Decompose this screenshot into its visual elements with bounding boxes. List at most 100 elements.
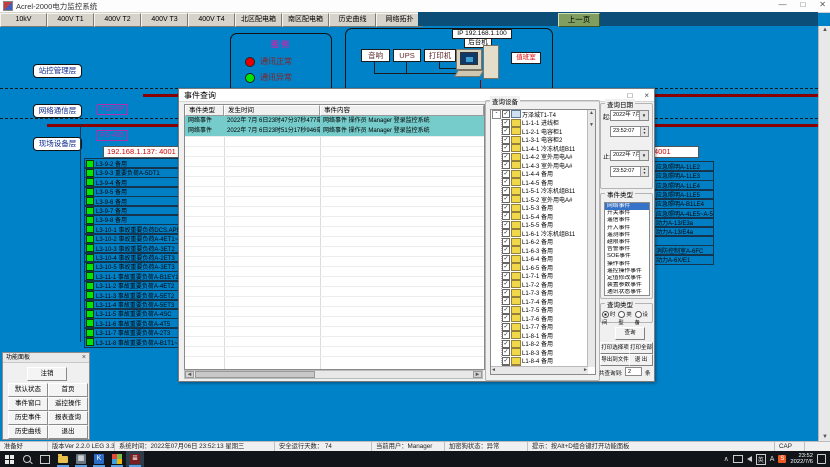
checkbox-checked-icon[interactable]: ✓ bbox=[502, 144, 510, 152]
tree-item[interactable]: ✓L1-5-4 备用 bbox=[502, 212, 595, 221]
tree-item[interactable]: ✓L1-7-7 备用 bbox=[502, 323, 595, 332]
tree-item[interactable]: ✓L1-4-5 备用 bbox=[502, 178, 595, 187]
checkbox-checked-icon[interactable]: ✓ bbox=[502, 314, 510, 322]
query-button[interactable]: 查询 bbox=[615, 327, 645, 340]
tree-item[interactable]: ✓L1-7-5 备用 bbox=[502, 306, 595, 315]
tree-item[interactable]: ✓L1-7-3 备用 bbox=[502, 289, 595, 298]
tree-item[interactable]: ✓L1-6-1 冷冻机组B11 bbox=[502, 229, 595, 238]
dropdown-icon[interactable]: ▼ bbox=[639, 111, 648, 120]
tab-7[interactable]: 历史曲线 bbox=[329, 13, 376, 27]
to-date-select[interactable]: 2022年 7月 6日▼ bbox=[610, 150, 649, 161]
photos-app-icon[interactable]: ▦ bbox=[72, 451, 90, 467]
close-icon[interactable]: ✕ bbox=[819, 0, 826, 9]
checkbox-checked-icon[interactable]: ✓ bbox=[502, 246, 510, 254]
column-header[interactable]: 事件类型 bbox=[185, 105, 224, 116]
function-panel-title[interactable]: 功能面板 bbox=[3, 353, 89, 363]
device-tree[interactable]: -✓万泽城T1-T4✓L1-1-1 进线柜✓L1-2-1 电容柜1✓L1-3-1… bbox=[490, 109, 596, 375]
function-button-3[interactable]: 遥控操作 bbox=[48, 397, 88, 411]
tree-item[interactable]: ✓L1-4-1 冷冻机组B11 bbox=[502, 144, 595, 153]
tree-item[interactable]: ✓L1-3-1 电容柜2 bbox=[502, 136, 595, 145]
tree-item[interactable]: ✓L1-8-4 备用 bbox=[502, 357, 595, 366]
function-button-5[interactable]: 报表查询 bbox=[48, 411, 88, 425]
scroll-right-icon[interactable]: ► bbox=[473, 371, 482, 378]
tree-item[interactable]: ✓L1-6-4 备用 bbox=[502, 255, 595, 264]
scroll-down-icon[interactable]: ▼ bbox=[819, 434, 830, 440]
spinner-icon[interactable]: ▲▼ bbox=[640, 127, 648, 136]
checkbox-checked-icon[interactable]: ✓ bbox=[502, 297, 510, 305]
dialog-close-icon[interactable]: × bbox=[644, 89, 649, 102]
tray-expand-icon[interactable]: ∧ bbox=[724, 455, 729, 463]
event-type-option[interactable]: 开关事件 bbox=[605, 210, 649, 217]
logout-button[interactable]: 注销 bbox=[27, 367, 67, 381]
checkbox-checked-icon[interactable]: ✓ bbox=[502, 187, 510, 195]
tree-item[interactable]: ✓L1-4-3 室外用电A# bbox=[502, 161, 595, 170]
tree-item[interactable]: ✓L1-4-2 室外用电A# bbox=[502, 153, 595, 162]
acrel-app-icon[interactable]: ≣ bbox=[126, 451, 144, 467]
checkbox-checked-icon[interactable]: ✓ bbox=[502, 348, 510, 356]
checkbox-checked-icon[interactable]: ✓ bbox=[502, 323, 510, 331]
start-button-icon[interactable] bbox=[0, 451, 18, 467]
tree-item[interactable]: ✓L1-4-4 备用 bbox=[502, 170, 595, 179]
tree-item[interactable]: ✓L1-7-1 备用 bbox=[502, 272, 595, 281]
event-type-option[interactable]: 遥控操作事件 bbox=[605, 268, 649, 275]
tree-item[interactable]: ✓L1-8-3 备用 bbox=[502, 348, 595, 357]
dropdown-icon[interactable]: ▼ bbox=[639, 151, 648, 160]
ime-mode-indicator[interactable]: A bbox=[770, 456, 775, 463]
checkbox-checked-icon[interactable]: ✓ bbox=[502, 170, 510, 178]
tree-item[interactable]: ✓L1-6-5 备用 bbox=[502, 263, 595, 272]
checkbox-checked-icon[interactable]: ✓ bbox=[502, 127, 510, 135]
tree-item[interactable]: ✓L1-7-2 备用 bbox=[502, 280, 595, 289]
taskbar-clock[interactable]: 23:52 2022/7/6 bbox=[790, 453, 813, 466]
k-app-icon[interactable]: K bbox=[90, 451, 108, 467]
tree-item[interactable]: ✓L1-7-6 备用 bbox=[502, 314, 595, 323]
function-panel-close-icon[interactable]: × bbox=[82, 353, 86, 363]
checkbox-checked-icon[interactable]: ✓ bbox=[502, 255, 510, 263]
tab-8[interactable]: 网络拓扑 bbox=[376, 13, 423, 27]
tab-2[interactable]: 400V T2 bbox=[94, 13, 141, 27]
event-type-option[interactable]: 遥测事件 bbox=[605, 232, 649, 239]
tab-0[interactable]: 10kV bbox=[0, 13, 47, 27]
minimize-icon[interactable]: — bbox=[778, 0, 786, 9]
tree-root-item[interactable]: -✓万泽城T1-T4 bbox=[491, 110, 595, 119]
function-button-0[interactable]: 默认状态 bbox=[8, 383, 48, 397]
from-date-select[interactable]: 2022年 7月 6日▼ bbox=[610, 110, 649, 121]
function-button-2[interactable]: 事件窗口 bbox=[8, 397, 48, 411]
tab-5[interactable]: 北区配电箱 bbox=[235, 13, 282, 27]
column-header[interactable]: 发生时间 bbox=[224, 105, 320, 116]
checkbox-checked-icon[interactable]: ✓ bbox=[502, 280, 510, 288]
print-selected-button[interactable]: 打印选择项 bbox=[600, 342, 630, 354]
checkbox-checked-icon[interactable]: ✓ bbox=[502, 306, 510, 314]
tree-item[interactable]: ✓L1-5-5 备用 bbox=[502, 221, 595, 230]
export-button[interactable]: 导出到文件 bbox=[600, 354, 630, 366]
from-time-spinner[interactable]: 23:52:07▲▼ bbox=[610, 126, 649, 137]
sogou-icon[interactable]: S bbox=[778, 455, 786, 463]
print-all-button[interactable]: 打印全部 bbox=[629, 342, 653, 354]
speaker-icon[interactable] bbox=[747, 456, 752, 462]
event-row[interactable]: 网络事件2022年 7月 6日23时47分37秒477毫秒网络事件 操作员 Ma… bbox=[185, 116, 484, 126]
checkbox-checked-icon[interactable]: ✓ bbox=[502, 263, 510, 271]
scrollbar-thumb[interactable] bbox=[195, 371, 315, 378]
tree-item[interactable]: ✓L1-2-1 电容柜1 bbox=[502, 127, 595, 136]
checkbox-checked-icon[interactable]: ✓ bbox=[502, 110, 510, 118]
tree-vscrollbar[interactable]: ▲▼ bbox=[587, 110, 595, 367]
function-button-7[interactable]: 退出 bbox=[48, 425, 88, 439]
event-type-list[interactable]: 网络事件开关事件遥信事件开入事件遥测事件越限事件告警事件SOE事件操作事件遥控操… bbox=[604, 202, 650, 296]
scroll-up-icon[interactable]: ▲ bbox=[819, 27, 830, 33]
event-type-option[interactable]: 告警事件 bbox=[605, 246, 649, 253]
event-type-option[interactable]: 遥信事件 bbox=[605, 217, 649, 224]
tab-4[interactable]: 400V T4 bbox=[188, 13, 235, 27]
checkbox-checked-icon[interactable]: ✓ bbox=[502, 289, 510, 297]
event-type-option[interactable]: 开入事件 bbox=[605, 225, 649, 232]
function-button-4[interactable]: 历史事件 bbox=[8, 411, 48, 425]
ime-language-indicator[interactable]: 英 bbox=[756, 454, 766, 465]
event-type-option[interactable]: 通讯状态事件 bbox=[605, 289, 649, 296]
event-row[interactable]: 网络事件2022年 7月 6日23时51分17秒946毫秒网络事件 操作员 Ma… bbox=[185, 126, 484, 136]
radio-icon[interactable] bbox=[602, 311, 609, 318]
checkbox-checked-icon[interactable]: ✓ bbox=[502, 178, 510, 186]
search-icon[interactable] bbox=[18, 451, 36, 467]
main-scrollbar[interactable]: ▲ ▼ bbox=[818, 26, 830, 441]
tree-item[interactable]: ✓L1-6-3 备用 bbox=[502, 246, 595, 255]
query-type-radio[interactable]: 类型 bbox=[618, 310, 634, 326]
function-button-1[interactable]: 首页 bbox=[48, 383, 88, 397]
file-explorer-icon[interactable] bbox=[54, 451, 72, 467]
